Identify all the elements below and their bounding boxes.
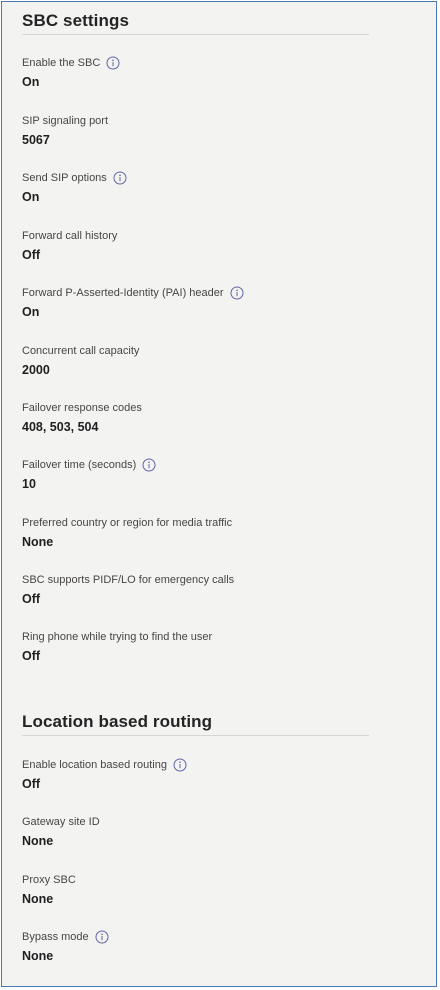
settings-panel: SBC settings Enable the SBC On SIP signa… — [1, 1, 437, 987]
field-failover-response-codes: Failover response codes 408, 503, 504 — [22, 400, 402, 435]
field-value: None — [22, 535, 54, 549]
field-value: Off — [22, 592, 41, 606]
field-sip-signaling-port: SIP signaling port 5067 — [22, 113, 402, 148]
field-label: Enable location based routing — [22, 759, 167, 771]
field-value: Off — [22, 248, 41, 262]
field-pidf-lo-support: SBC supports PIDF/LO for emergency calls… — [22, 572, 402, 607]
info-icon[interactable] — [95, 930, 109, 944]
section-divider — [22, 735, 369, 736]
field-label: Proxy SBC — [22, 874, 76, 886]
field-label: Bypass mode — [22, 931, 89, 943]
field-label: Ring phone while trying to find the user — [22, 631, 213, 643]
field-label: Preferred country or region for media tr… — [22, 517, 233, 529]
field-value: 408, 503, 504 — [22, 420, 99, 434]
field-label: Forward call history — [22, 230, 118, 242]
field-value: On — [22, 305, 40, 319]
section-title-location-based-routing: Location based routing — [22, 712, 213, 731]
field-forward-pai-header: Forward P-Asserted-Identity (PAI) header… — [22, 285, 402, 320]
field-value: Off — [22, 777, 41, 791]
field-value: 2000 — [22, 363, 50, 377]
field-label: Enable the SBC — [22, 57, 101, 69]
field-value: None — [22, 892, 54, 906]
field-ring-phone: Ring phone while trying to find the user… — [22, 629, 402, 664]
field-label: SIP signaling port — [22, 115, 109, 127]
field-value: 5067 — [22, 133, 50, 147]
field-value: On — [22, 190, 40, 204]
info-icon[interactable] — [230, 286, 244, 300]
field-gateway-site-id: Gateway site ID None — [22, 814, 402, 849]
field-value: None — [22, 949, 54, 963]
field-forward-call-history: Forward call history Off — [22, 228, 402, 263]
field-send-sip-options: Send SIP options On — [22, 170, 402, 205]
field-value: On — [22, 75, 40, 89]
field-preferred-country-media: Preferred country or region for media tr… — [22, 515, 402, 550]
info-icon[interactable] — [173, 758, 187, 772]
field-value: 10 — [22, 477, 36, 491]
field-label: Forward P-Asserted-Identity (PAI) header — [22, 287, 224, 299]
field-label: Failover time (seconds) — [22, 459, 137, 471]
section-title-sbc-settings: SBC settings — [22, 11, 129, 30]
info-icon[interactable] — [142, 458, 156, 472]
field-label: SBC supports PIDF/LO for emergency calls — [22, 574, 235, 586]
field-failover-time: Failover time (seconds) 10 — [22, 457, 402, 492]
field-value: Off — [22, 649, 41, 663]
field-enable-location-based-routing: Enable location based routing Off — [22, 757, 402, 792]
field-value: None — [22, 834, 54, 848]
info-icon[interactable] — [113, 171, 127, 185]
field-label: Gateway site ID — [22, 816, 100, 828]
field-label: Failover response codes — [22, 402, 142, 414]
section-divider — [22, 34, 369, 35]
field-concurrent-call-capacity: Concurrent call capacity 2000 — [22, 343, 402, 378]
field-bypass-mode: Bypass mode None — [22, 929, 402, 964]
field-label: Send SIP options — [22, 172, 107, 184]
info-icon[interactable] — [106, 56, 120, 70]
field-label: Concurrent call capacity — [22, 345, 140, 357]
field-enable-sbc: Enable the SBC On — [22, 55, 402, 90]
field-proxy-sbc: Proxy SBC None — [22, 872, 402, 907]
